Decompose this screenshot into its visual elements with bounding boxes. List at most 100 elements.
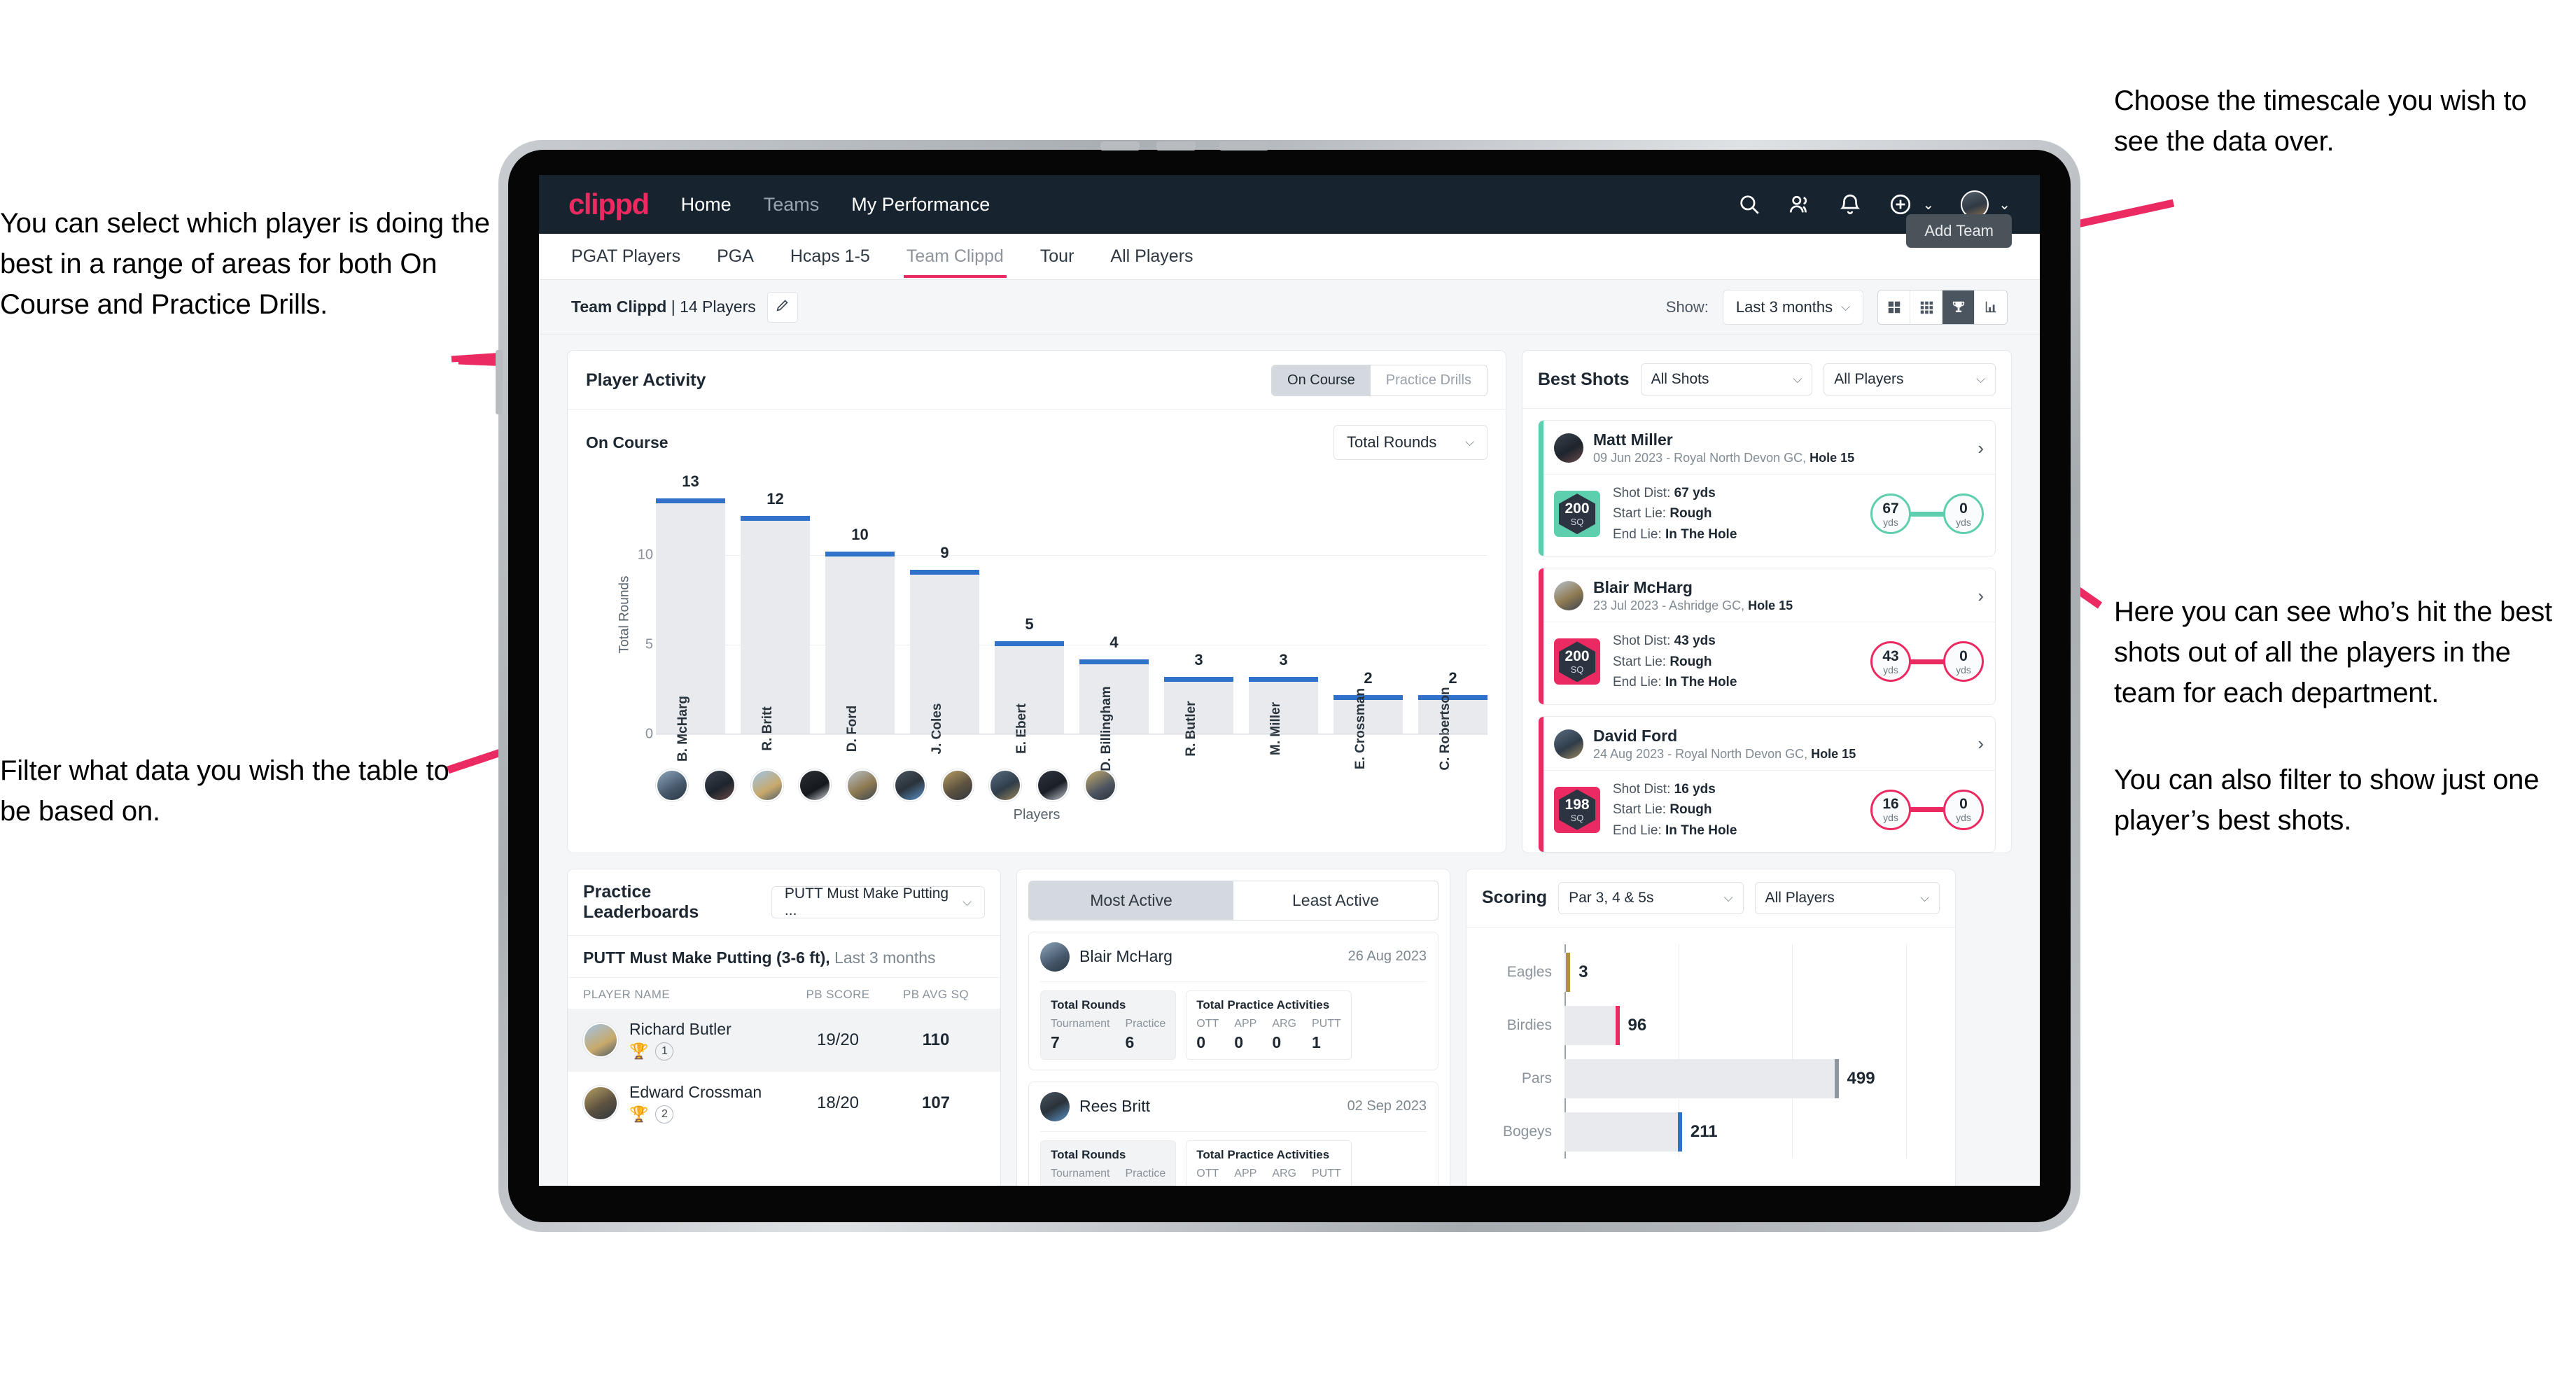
metric-select[interactable]: Total Rounds ⌵	[1334, 425, 1488, 460]
table-row[interactable]: Edward Crossman 🏆 2 18/20 107	[568, 1072, 1000, 1135]
scoring-player-filter[interactable]: All Players ⌵	[1754, 881, 1940, 914]
tab-team-clippd[interactable]: Team Clippd	[903, 235, 1007, 278]
scoring-row[interactable]: Pars 499	[1522, 1052, 1891, 1105]
plus-circle-icon[interactable]	[1889, 192, 1912, 216]
best-shot-card[interactable]: David Ford 24 Aug 2023 - Royal North Devo…	[1538, 715, 1996, 853]
chart-bar-value: 13	[682, 472, 699, 490]
chart-bar-column[interactable]: 5 E. Ebert	[995, 484, 1064, 754]
best-shot-avatar[interactable]	[1554, 581, 1583, 611]
tab-pga[interactable]: PGA	[717, 235, 754, 278]
add-team-button[interactable]: Add Team	[1906, 214, 2012, 248]
best-shot-card[interactable]: Blair McHarg 23 Jul 2023 - Ashridge GC, H…	[1538, 568, 1996, 705]
activity-stat-key: Tournament	[1051, 1167, 1110, 1180]
chart-bar[interactable]: 3 R. Butler	[1164, 651, 1233, 757]
scoring-row[interactable]: Birdies 96	[1507, 999, 1891, 1052]
nav-link-home[interactable]: Home	[681, 194, 732, 216]
view-grid-2x2-button[interactable]	[1878, 290, 1910, 324]
tab-pgat-players[interactable]: PGAT Players	[571, 235, 680, 278]
chart-player-avatar[interactable]	[1084, 769, 1116, 802]
bell-icon[interactable]	[1838, 192, 1862, 216]
chart-bar-column[interactable]: 4 D. Billingham	[1079, 484, 1149, 771]
best-shot-body: 200 SQ Shot Dist: 43 yds Start Lie: Rough En…	[1539, 622, 1995, 704]
best-shots-shot-filter[interactable]: All Shots ⌵	[1640, 363, 1813, 396]
best-shot-avatar[interactable]	[1554, 433, 1583, 463]
activity-avatar[interactable]	[1040, 1091, 1070, 1121]
best-shot-sq-value: 198	[1564, 796, 1590, 813]
chart-player-avatar[interactable]	[1037, 769, 1069, 802]
tab-all-players[interactable]: All Players	[1110, 235, 1193, 278]
chart-bar[interactable]: 10 D. Ford	[825, 526, 895, 752]
view-bar-chart-button[interactable]	[1975, 290, 2007, 324]
best-shots-player-filter[interactable]: All Players ⌵	[1823, 363, 1996, 396]
nav-link-my-performance[interactable]: My Performance	[851, 194, 990, 216]
scoring-row[interactable]: Eagles 3	[1507, 946, 1891, 999]
activity-stat-value: 0	[1272, 1032, 1282, 1051]
chart-bar-column[interactable]: 2 E. Crossman	[1334, 484, 1403, 769]
chart-bar-column[interactable]: 13 B. McHarg	[656, 472, 725, 762]
best-shot-card[interactable]: Matt Miller 09 Jun 2023 - Royal North Dev…	[1538, 420, 1996, 557]
chevron-right-icon[interactable]: ›	[1977, 438, 1984, 459]
chart-bar[interactable]: 2 E. Crossman	[1334, 669, 1403, 769]
tab-hcaps-1-5[interactable]: Hcaps 1-5	[790, 235, 870, 278]
chart-bar-label: C. Robertson	[1437, 687, 1452, 771]
scoring-par-filter[interactable]: Par 3, 4 & 5s ⌵	[1558, 881, 1744, 914]
timescale-select[interactable]: Last 3 months ⌵	[1722, 289, 1863, 325]
chart-bar[interactable]: 4 D. Billingham	[1079, 634, 1149, 771]
chart-bar[interactable]: 5 E. Ebert	[995, 615, 1064, 754]
tab-least-active[interactable]: Least Active	[1233, 881, 1438, 920]
chevron-right-icon[interactable]: ›	[1977, 585, 1984, 607]
chart-player-avatar[interactable]	[894, 769, 926, 802]
chevron-right-icon[interactable]: ›	[1977, 733, 1984, 755]
chart-y-axis-title: Total Rounds	[617, 575, 632, 654]
best-shot-avatar[interactable]	[1554, 729, 1583, 759]
scoring-row[interactable]: Bogeys 211	[1503, 1105, 1891, 1158]
view-trophy-button[interactable]	[1942, 290, 1975, 324]
avatar-chevron-down-icon[interactable]: ⌄	[1998, 196, 2010, 214]
leaderboard-avatar[interactable]	[583, 1085, 618, 1121]
tab-most-active[interactable]: Most Active	[1029, 881, 1233, 920]
clippd-logo[interactable]: clippd	[568, 188, 650, 221]
chart-bar[interactable]: 13 B. McHarg	[656, 472, 725, 762]
chart-bar-column[interactable]: 2 C. Robertson	[1418, 484, 1488, 771]
leaderboard-avatar[interactable]	[583, 1022, 618, 1058]
drill-select[interactable]: PUTT Must Make Putting ... ⌵	[771, 886, 985, 918]
edit-team-button[interactable]	[766, 291, 798, 323]
search-icon[interactable]	[1737, 192, 1761, 216]
tab-tour[interactable]: Tour	[1040, 235, 1074, 278]
chart-bar-column[interactable]: 9 J. Coles	[910, 484, 979, 754]
chart-bar[interactable]: 9 J. Coles	[910, 544, 979, 754]
people-icon[interactable]	[1788, 192, 1812, 216]
segment-practice-drills[interactable]: Practice Drills	[1370, 365, 1487, 396]
tablet-button-power[interactable]	[1219, 141, 1268, 150]
view-grid-3x3-button[interactable]	[1910, 290, 1942, 324]
plus-chevron-down-icon[interactable]: ⌄	[1922, 196, 1934, 214]
nav-link-teams[interactable]: Teams	[764, 194, 820, 216]
list-item[interactable]: Blair McHarg 26 Aug 2023 Total Rounds Tourn…	[1028, 931, 1438, 1070]
chart-bar[interactable]: 2 C. Robertson	[1418, 669, 1488, 771]
chart-player-avatar[interactable]	[799, 769, 831, 802]
chart-player-avatar[interactable]	[656, 769, 688, 802]
chart-bar-column[interactable]: 10 D. Ford	[825, 484, 895, 752]
tablet-button-volume-up[interactable]	[1100, 141, 1140, 150]
chart-player-avatar[interactable]	[941, 769, 974, 802]
chart-bar-column[interactable]: 3 M. Miller	[1249, 484, 1318, 755]
table-row[interactable]: Richard Butler 🏆 1 19/20 110	[568, 1008, 1000, 1072]
list-item[interactable]: Rees Britt 02 Sep 2023 Total Rounds Tournam…	[1028, 1081, 1438, 1186]
chart-player-avatar[interactable]	[846, 769, 878, 802]
chart-bar-cap	[995, 641, 1064, 647]
chart-player-avatar[interactable]	[704, 769, 736, 802]
activity-avatar[interactable]	[1040, 941, 1070, 972]
tablet-button-side[interactable]	[496, 350, 503, 414]
chart-bar[interactable]: 3 M. Miller	[1249, 651, 1318, 755]
chart-bar[interactable]: 12 R. Britt	[741, 490, 810, 751]
scoring-track: 211	[1564, 1112, 1891, 1152]
best-shot-hole: Hole 15	[1748, 598, 1793, 613]
chart-player-avatar[interactable]	[989, 769, 1021, 802]
activity-stat-key: ARG	[1272, 1017, 1296, 1030]
chart-player-avatar[interactable]	[751, 769, 783, 802]
chart-bar-column[interactable]: 12 R. Britt	[741, 484, 810, 751]
best-shot-to-unit: yds	[1956, 664, 1971, 676]
segment-on-course[interactable]: On Course	[1272, 365, 1371, 396]
tablet-button-volume-down[interactable]	[1156, 141, 1196, 150]
chart-bar-column[interactable]: 3 R. Butler	[1164, 484, 1233, 757]
